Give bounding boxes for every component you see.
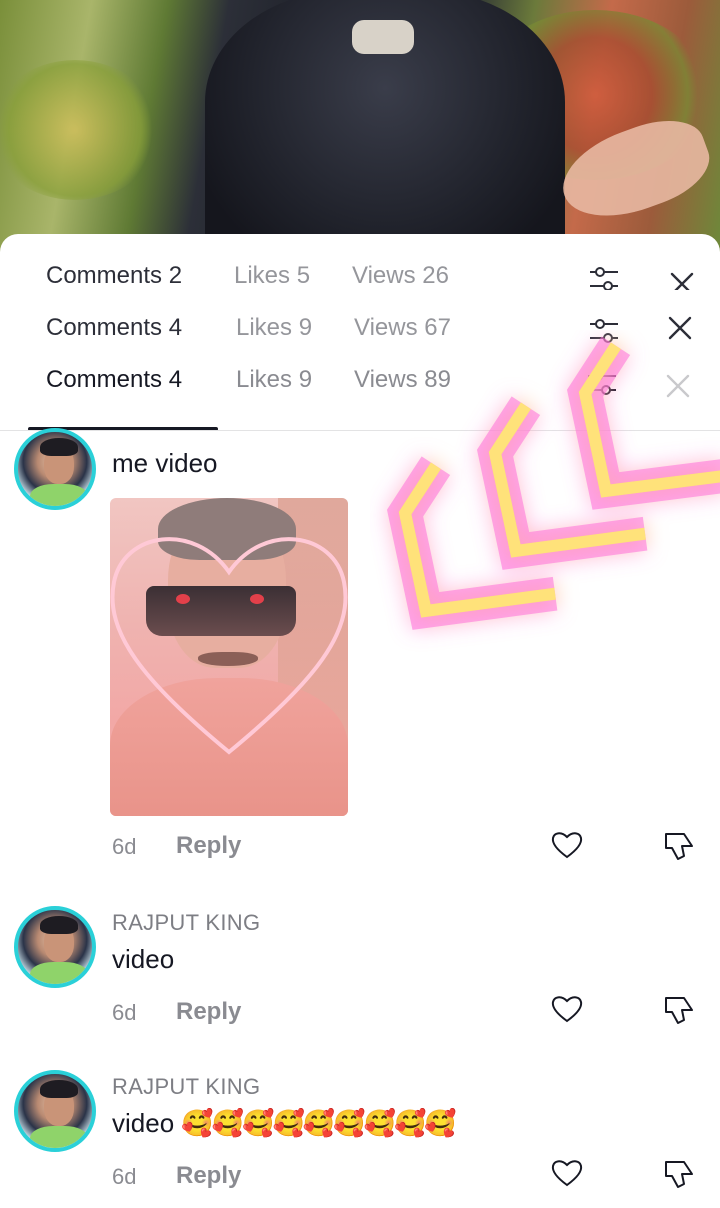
tab-row-ghost: Comments 4 Likes 9 Views 67 (0, 314, 720, 350)
tab-likes[interactable]: Likes 9 (236, 366, 312, 394)
video-background[interactable] (0, 0, 720, 260)
comment-age: 6d (112, 1164, 137, 1189)
comment-item: RAJPUT KING video 6d Reply (0, 904, 720, 1034)
tab-comments-ghost: Comments 4 (46, 314, 183, 341)
comment-text: me video (112, 448, 218, 478)
thumbs-down-icon[interactable] (662, 828, 696, 862)
avatar[interactable] (14, 906, 96, 988)
close-icon (670, 272, 694, 290)
tab-header: Comments 2 Likes 5 Views 26 Comments 4 L… (0, 234, 720, 434)
close-icon (668, 316, 692, 340)
tab-comments-ghost: Comments 2 (46, 262, 183, 289)
comment-text: video 🥰🥰🥰🥰🥰🥰🥰🥰🥰 (112, 1108, 457, 1139)
close-icon[interactable] (660, 368, 696, 404)
comment-age: 6d (112, 834, 137, 859)
tab-comments[interactable]: Comments 4 (46, 366, 182, 394)
comment-photo[interactable] (110, 498, 348, 816)
emoji-row: 🥰🥰🥰🥰🥰🥰🥰🥰🥰 (181, 1108, 456, 1138)
tab-likes-ghost: Likes 5 (234, 262, 311, 289)
comment-item: me video (0, 420, 720, 860)
tab-views-ghost: Views 26 (352, 262, 449, 289)
comment-text: video (112, 944, 175, 974)
tab-views[interactable]: Views 89 (354, 366, 451, 394)
avatar[interactable] (14, 1070, 96, 1152)
foliage-left (0, 60, 160, 200)
comment-username[interactable]: RAJPUT KING (112, 910, 260, 936)
tab-row-ghost: Comments 2 Likes 5 Views 26 (0, 262, 720, 290)
tab-views-ghost: Views 67 (354, 314, 451, 341)
thumbs-down-icon[interactable] (662, 1156, 696, 1190)
reply-button[interactable]: Reply (176, 1162, 241, 1190)
video-subject-cuff (352, 20, 414, 54)
heart-frame-icon (110, 537, 348, 755)
thumbs-down-icon[interactable] (662, 992, 696, 1026)
comment-item: RAJPUT KING video 🥰🥰🥰🥰🥰🥰🥰🥰🥰 6d Reply (0, 1068, 720, 1198)
heart-outline-icon[interactable] (550, 828, 584, 862)
comment-username[interactable]: RAJPUT KING (112, 1074, 260, 1100)
tab-row: Comments 4 Likes 9 Views 89 (0, 366, 720, 416)
comment-age: 6d (112, 1000, 137, 1025)
sliders-icon (590, 267, 618, 290)
heart-outline-icon[interactable] (550, 1156, 584, 1190)
heart-outline-icon[interactable] (550, 992, 584, 1026)
reply-button[interactable]: Reply (176, 998, 241, 1026)
tab-likes-ghost: Likes 9 (236, 314, 313, 341)
avatar[interactable] (14, 428, 96, 510)
reply-button[interactable]: Reply (176, 832, 241, 860)
comment-text-words: video (112, 1108, 175, 1138)
sliders-icon[interactable] (584, 366, 620, 402)
sliders-icon (590, 319, 618, 343)
